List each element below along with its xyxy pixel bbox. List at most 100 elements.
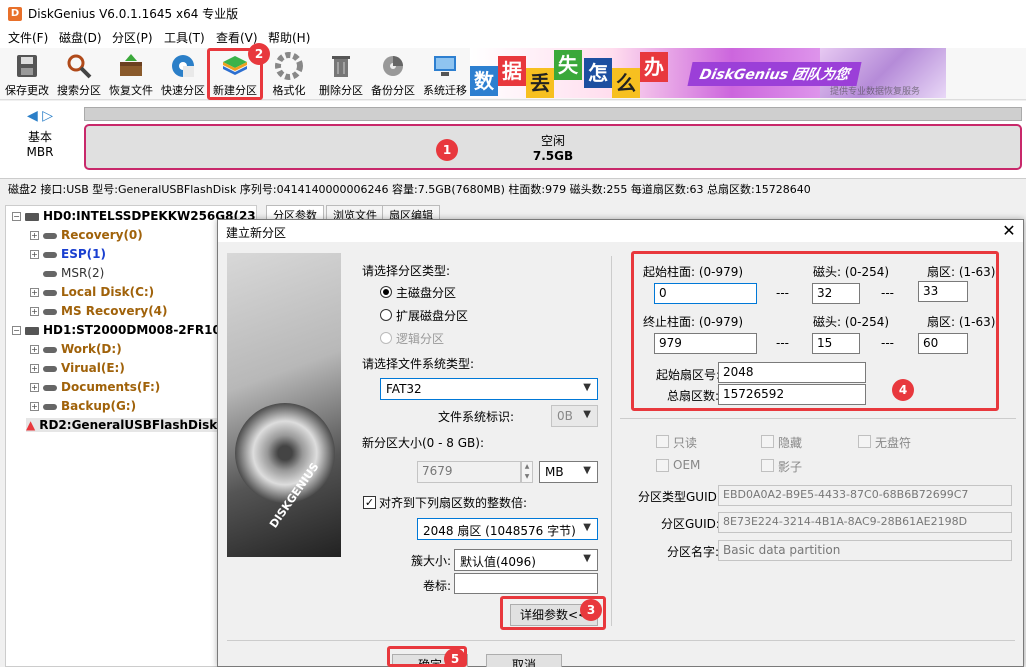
tree-node-partition[interactable]: + Work(D:) <box>30 342 122 356</box>
close-icon[interactable]: ✕ <box>998 221 1020 241</box>
size-spin-icon[interactable]: ▲ ▼ <box>521 461 533 483</box>
partition-guid-input[interactable]: 8E73E224-3214-4B1A-8AC9-28B61AE2198D <box>718 512 1012 533</box>
free-space-size: 7.5GB <box>532 149 574 163</box>
banner-subtext: 提供专业数据恢复服务 <box>830 87 921 97</box>
step-marker: 1 <box>436 139 458 161</box>
banner-char: 怎 <box>584 58 612 88</box>
tree-node-partition[interactable]: + Documents(F:) <box>30 380 160 394</box>
tree-node-partition[interactable]: + ESP(1) <box>30 247 106 261</box>
tree-node-disk[interactable]: − HD1:ST2000DM008-2FR102(18 <box>12 323 251 337</box>
collapse-icon[interactable]: − <box>12 326 21 335</box>
chevron-down-icon: ▼ <box>583 522 591 533</box>
save-changes-button[interactable]: 保存更改 <box>0 48 54 98</box>
hard-disk-icon <box>25 326 39 335</box>
hidden-label: 隐藏 <box>778 436 803 450</box>
partition-name-label: 分区名字: <box>667 545 720 559</box>
partition-name-input[interactable]: Basic data partition <box>718 540 1012 561</box>
expand-icon[interactable]: + <box>30 383 39 392</box>
align-checkbox[interactable]: ✓ <box>363 496 376 509</box>
menu-tools[interactable]: 工具(T) <box>164 29 205 46</box>
backup-icon <box>383 56 403 76</box>
title-bar: D DiskGenius V6.0.1.1645 x64 专业版 <box>0 0 1026 26</box>
partition-type-label: 请选择分区类型: <box>362 264 451 278</box>
tree-node-partition[interactable]: + Virual(E:) <box>30 361 125 375</box>
oem-checkbox[interactable] <box>656 459 669 472</box>
expand-icon[interactable]: + <box>30 364 39 373</box>
hidden-checkbox[interactable] <box>761 435 774 448</box>
banner-text: DiskGenius 团队为您 <box>687 62 862 86</box>
shadow-checkbox[interactable] <box>761 459 774 472</box>
backup-partition-button[interactable]: 备份分区 <box>366 48 420 98</box>
save-icon <box>17 55 37 77</box>
hard-disk-illustration: DISKGENIUS <box>227 253 341 557</box>
menu-help[interactable]: 帮助(H) <box>268 29 310 46</box>
readonly-checkbox[interactable] <box>656 435 669 448</box>
expand-icon[interactable]: + <box>30 250 39 259</box>
no-letter-label: 无盘符 <box>875 436 912 450</box>
step-marker: 2 <box>248 43 270 65</box>
type-guid-input[interactable]: EBD0A0A2-B9E5-4433-87C0-68B6B72699C7 <box>718 485 1012 506</box>
menu-view[interactable]: 查看(V) <box>216 29 258 46</box>
tree-node-partition[interactable]: + Backup(G:) <box>30 399 136 413</box>
filesystem-type-label: 请选择文件系统类型: <box>362 357 475 371</box>
tree-node-partition[interactable]: + Recovery(0) <box>30 228 143 242</box>
dialog-title-bar: 建立新分区 ✕ <box>218 220 1023 242</box>
partition-size-input[interactable]: 7679 <box>417 461 521 483</box>
tree-node-partition[interactable]: + Local Disk(C:) <box>30 285 154 299</box>
menu-bar: 文件(F) 磁盘(D) 分区(P) 工具(T) 查看(V) 帮助(H) <box>0 26 1026 48</box>
format-button[interactable]: 格式化 <box>262 48 316 98</box>
step-marker: 3 <box>580 599 602 621</box>
app-logo-icon: D <box>8 7 22 21</box>
expand-icon[interactable]: + <box>30 345 39 354</box>
window-title: DiskGenius V6.0.1.1645 x64 专业版 <box>28 7 239 21</box>
recover-icon <box>120 54 142 76</box>
recover-files-button[interactable]: 恢复文件 <box>104 48 158 98</box>
logical-partition-radio[interactable] <box>380 332 392 344</box>
disk-capacity-strip <box>84 107 1022 121</box>
align-label: 对齐到下列扇区数的整数倍: <box>379 496 528 510</box>
expand-icon[interactable]: + <box>30 402 39 411</box>
tree-node-partition[interactable]: MSR(2) <box>43 266 104 280</box>
quick-partition-button[interactable]: 快速分区 <box>156 48 210 98</box>
expand-icon[interactable]: + <box>30 307 39 316</box>
free-space-label: 空闲 <box>540 134 565 148</box>
menu-disk[interactable]: 磁盘(D) <box>59 29 102 46</box>
free-space-block[interactable]: 空闲 7.5GB <box>84 124 1022 170</box>
align-select[interactable]: 2048 扇区 (1048576 字节) ▼ <box>417 518 598 540</box>
disk-nav-arrows-icon[interactable]: ◀ ▷ <box>10 108 70 124</box>
collapse-icon[interactable]: − <box>12 212 21 221</box>
tree-node-partition[interactable]: + MS Recovery(4) <box>30 304 168 318</box>
delete-partition-button[interactable]: 删除分区 <box>314 48 368 98</box>
no-letter-checkbox[interactable] <box>858 435 871 448</box>
expand-icon[interactable]: + <box>30 288 39 297</box>
partition-size-label: 新分区大小(0 - 8 GB): <box>362 436 484 450</box>
expand-icon[interactable]: + <box>30 231 39 240</box>
search-icon <box>67 54 92 79</box>
partition-icon <box>43 251 57 258</box>
size-unit-select[interactable]: MB ▼ <box>539 461 598 483</box>
step-marker: 5 <box>444 648 466 667</box>
readonly-label: 只读 <box>673 436 698 450</box>
promo-banner[interactable]: 数 据 丢 失 怎 么 办 DiskGenius 团队为您 提供专业数据恢复服务 <box>470 48 946 98</box>
disk-type-label: 基本 <box>27 130 52 144</box>
quick-partition-icon <box>172 55 194 77</box>
partition-icon <box>43 365 57 372</box>
oem-label: OEM <box>673 458 701 472</box>
banner-char: 丢 <box>526 68 554 98</box>
filesystem-type-select[interactable]: FAT32 ▼ <box>380 378 598 400</box>
disk-type-box: ◀ ▷ 基本 MBR <box>10 108 70 168</box>
cluster-size-select[interactable]: 默认值(4096) ▼ <box>454 549 598 571</box>
banner-char: 办 <box>640 52 668 82</box>
cancel-button[interactable]: 取消 <box>486 654 562 667</box>
tree-node-usb-disk[interactable]: ▲ RD2:GeneralUSBFlashDisk(8G <box>26 418 247 432</box>
menu-file[interactable]: 文件(F) <box>8 29 48 46</box>
system-migration-button[interactable]: 系统迁移 <box>418 48 472 98</box>
search-partition-button[interactable]: 搜索分区 <box>52 48 106 98</box>
filesystem-id-select[interactable]: 0B ▼ <box>551 405 598 427</box>
volume-label-input[interactable] <box>454 573 598 594</box>
usb-disk-icon: ▲ <box>26 418 36 432</box>
primary-partition-radio[interactable] <box>380 286 392 298</box>
extended-partition-radio[interactable] <box>380 309 392 321</box>
partition-icon <box>43 403 57 410</box>
menu-partition[interactable]: 分区(P) <box>112 29 153 46</box>
